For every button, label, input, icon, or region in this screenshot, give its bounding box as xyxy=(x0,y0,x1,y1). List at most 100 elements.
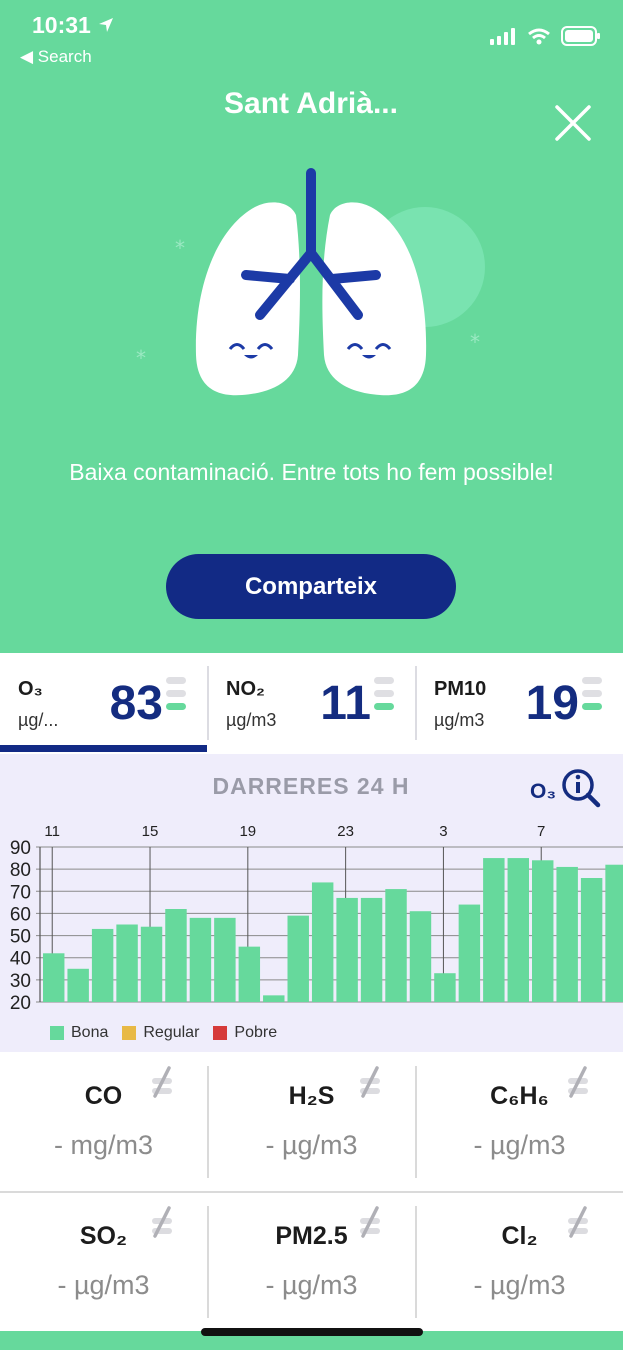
y-tick-label: 80 xyxy=(10,860,31,881)
x-tick-label: 15 xyxy=(142,823,159,840)
legend-swatch xyxy=(122,1026,137,1040)
measure-value: - µg/m3 xyxy=(57,1270,150,1300)
grid-divider xyxy=(207,1066,209,1178)
measure-name: H₂S xyxy=(288,1082,335,1110)
pollutant-tab-pm10[interactable]: PM10 µg/m3 19 xyxy=(416,654,623,752)
pollutant-name: O₃ xyxy=(18,678,43,700)
chart-bar xyxy=(532,860,554,1002)
x-tick-label: 19 xyxy=(239,823,256,840)
legend-label: Pobre xyxy=(234,1024,278,1041)
location-arrow-icon xyxy=(99,18,114,32)
chart-bar xyxy=(263,995,285,1002)
svg-text:*: * xyxy=(136,346,146,370)
chart-bar xyxy=(385,889,407,1002)
measure-name: PM2.5 xyxy=(275,1222,348,1250)
measure-value: - µg/m3 xyxy=(473,1130,566,1160)
chart-bar xyxy=(556,866,578,1002)
active-tab-indicator xyxy=(0,745,207,752)
pollutant-tabs: O₃ µg/... 83 NO₂ µg/m3 11 PM10 µg/m3 19 xyxy=(0,654,623,754)
measure-value: - mg/m3 xyxy=(53,1130,153,1160)
city-name: Sant Adrià... xyxy=(224,87,398,120)
x-tick-label: 3 xyxy=(439,823,447,840)
measure-value: - µg/m3 xyxy=(473,1270,566,1300)
y-tick-label: 50 xyxy=(10,927,31,948)
chart-bar xyxy=(483,858,505,1002)
history-chart-panel: DARRERES 24 H O₃ 20 30 40 50 60 70 80 90 11 15 19 2… xyxy=(0,754,623,1052)
chart-bar xyxy=(165,909,187,1002)
measure-cell-so2[interactable]: SO₂ - µg/m3 xyxy=(0,1192,207,1332)
chart-bar xyxy=(409,911,432,1002)
home-indicator[interactable] xyxy=(201,1328,423,1336)
chart-bar xyxy=(580,878,603,1002)
measure-name: C₆H₆ xyxy=(490,1082,549,1110)
status-time: 10:31 xyxy=(32,12,115,39)
hero-panel: 10:31 ◀ Search Sant Adrià... * * * Baixa… xyxy=(0,0,623,653)
y-tick-label: 40 xyxy=(10,949,31,970)
legend-label: Bona xyxy=(71,1024,109,1041)
measure-cell-co[interactable]: CO - mg/m3 xyxy=(0,1052,207,1192)
pollutant-name: PM10 xyxy=(434,678,487,700)
chart-bar xyxy=(189,917,212,1002)
measure-cell-pm25[interactable]: PM2.5 - µg/m3 xyxy=(208,1192,415,1332)
pollutant-value: 19 xyxy=(525,677,579,730)
measure-name: Cl₂ xyxy=(501,1222,538,1250)
close-icon[interactable] xyxy=(553,103,593,143)
legend-swatch xyxy=(213,1026,228,1040)
y-tick-label: 30 xyxy=(10,971,31,992)
y-tick-label: 20 xyxy=(10,993,31,1012)
pollutant-unit: µg/m3 xyxy=(226,710,277,730)
chart-bar xyxy=(43,953,65,1002)
x-tick-label: 11 xyxy=(44,823,60,840)
no-data-icon xyxy=(360,1066,380,1098)
legend-item-regular: Regular xyxy=(122,1024,199,1042)
measure-name: CO xyxy=(84,1082,123,1110)
legend-item-poor: Pobre xyxy=(213,1024,277,1042)
no-data-icon xyxy=(360,1206,380,1238)
level-bars-icon xyxy=(582,677,602,710)
status-time-label: 10:31 xyxy=(32,12,91,38)
signal-icon xyxy=(490,28,516,45)
pollutant-tab-o3[interactable]: O₃ µg/... 83 xyxy=(0,654,207,752)
svg-text:*: * xyxy=(175,236,185,260)
no-data-icon xyxy=(152,1206,172,1238)
chart-bar xyxy=(91,928,114,1002)
chart-bar xyxy=(140,926,163,1002)
x-tick-label: 7 xyxy=(537,823,545,840)
chart-bar xyxy=(67,968,89,1002)
pollutant-tab-no2[interactable]: NO₂ µg/m3 11 xyxy=(208,654,415,752)
chart-bar xyxy=(605,864,623,1002)
measure-cell-c6h6[interactable]: C₆H₆ - µg/m3 xyxy=(416,1052,623,1192)
y-tick-label: 60 xyxy=(10,904,31,925)
pollutant-value: 83 xyxy=(109,677,163,730)
measure-cell-h2s[interactable]: H₂S - µg/m3 xyxy=(208,1052,415,1192)
chart-bar xyxy=(116,924,138,1002)
happy-lungs-illustration: * * * xyxy=(136,168,485,396)
back-to-search-link[interactable]: ◀ Search xyxy=(20,47,92,67)
chart-bar xyxy=(434,973,456,1002)
svg-text:*: * xyxy=(470,330,480,354)
level-bars-icon xyxy=(374,677,394,710)
other-pollutants-grid: CO - mg/m3 H₂S - µg/m3 C₆H₆ - µg/m3 SO₂ … xyxy=(0,1052,623,1334)
measure-value: - µg/m3 xyxy=(265,1130,358,1160)
legend-swatch xyxy=(50,1026,64,1040)
chart-bar xyxy=(507,858,529,1002)
share-button[interactable]: Comparteix xyxy=(166,554,456,619)
measure-cell-cl2[interactable]: Cl₂ - µg/m3 xyxy=(416,1192,623,1332)
chart-bar xyxy=(311,882,334,1002)
history-bar-chart: 2030405060708090 11 15 19 23 3 7 xyxy=(10,823,623,1012)
pollutant-value: 11 xyxy=(320,677,371,730)
grid-divider xyxy=(415,1066,417,1178)
pollutant-unit: µg/... xyxy=(18,710,59,730)
level-bars-icon xyxy=(166,677,186,710)
chart-bar xyxy=(238,946,261,1002)
legend-label: Regular xyxy=(143,1024,200,1041)
y-tick-label: 90 xyxy=(10,838,31,859)
no-data-icon xyxy=(568,1206,588,1238)
chart-bar xyxy=(336,897,358,1002)
no-data-icon xyxy=(152,1066,172,1098)
measure-value: - µg/m3 xyxy=(265,1270,358,1300)
air-quality-message: Baixa contaminació. Entre tots ho fem po… xyxy=(69,459,554,485)
chart-bar xyxy=(214,917,236,1002)
y-tick-label: 70 xyxy=(10,882,31,903)
chart-legend: Bona Regular Pobre xyxy=(50,1024,291,1042)
